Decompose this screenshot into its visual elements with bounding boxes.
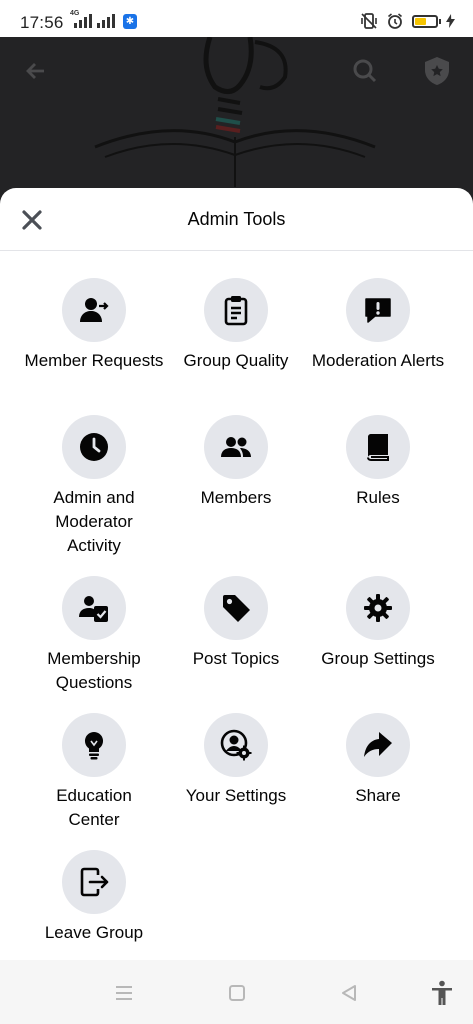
search-button[interactable]: [345, 51, 385, 91]
clipboard-icon: [224, 296, 248, 326]
vibrate-icon: [361, 13, 377, 29]
book-icon: [367, 434, 389, 461]
status-time: 17:56: [20, 13, 64, 32]
tool-label: Members: [200, 488, 272, 507]
recents-button[interactable]: [109, 978, 139, 1008]
tool-label: Group Quality: [183, 351, 289, 370]
admin-shield-button[interactable]: [417, 51, 457, 91]
tool-label: Admin and Moderator Activity: [53, 488, 135, 555]
tool-icon-circle: [204, 278, 268, 342]
tool-icon-circle: [346, 576, 410, 640]
share-arrow-icon: [364, 732, 392, 757]
lightbulb-icon: [84, 731, 104, 760]
accessibility-icon: [432, 980, 452, 1005]
tool-icon-circle: [62, 713, 126, 777]
tool-membership-questions[interactable]: Membership Questions: [23, 576, 165, 713]
system-back-button[interactable]: [334, 978, 364, 1008]
system-nav-bar: [0, 960, 473, 1024]
alarm-icon: [387, 13, 403, 29]
admin-tools-sheet: Admin Tools Member Requests Group Qualit…: [0, 188, 473, 960]
tool-icon-circle: [204, 576, 268, 640]
battery-icon: [412, 14, 441, 28]
signal-icon-2: [97, 14, 115, 28]
menu-icon: [116, 986, 132, 1000]
home-button[interactable]: [222, 978, 252, 1008]
tool-group-settings[interactable]: Group Settings: [307, 576, 449, 713]
arrow-left-icon: [26, 63, 44, 79]
tool-share[interactable]: Share: [307, 713, 449, 850]
tool-label: Rules: [356, 488, 400, 507]
membership-questions-icon: [79, 596, 108, 622]
tool-rules[interactable]: Rules: [307, 415, 449, 576]
sheet-title: Admin Tools: [187, 209, 286, 229]
tool-label: Your Settings: [185, 786, 287, 805]
tool-label: Moderation Alerts: [311, 351, 445, 370]
group-cover-dimmed: [0, 37, 473, 207]
tool-icon-circle: [204, 415, 268, 479]
tag-icon: [223, 595, 250, 622]
tool-label: Leave Group: [44, 923, 144, 942]
back-button[interactable]: [16, 51, 56, 91]
clock-icon: [80, 433, 108, 461]
signal-icon: [74, 14, 92, 28]
back-triangle-icon: [342, 985, 356, 1001]
sheet-header: Admin Tools: [0, 188, 473, 251]
tool-label: Post Topics: [192, 649, 280, 668]
tool-icon-circle: [62, 278, 126, 342]
tool-education-center[interactable]: Education Center: [23, 713, 165, 850]
tool-icon-circle: [346, 278, 410, 342]
accessibility-button[interactable]: [427, 978, 457, 1008]
tool-label: Share: [355, 786, 401, 805]
admin-shield-icon: [425, 57, 449, 85]
tool-icon-circle: [62, 850, 126, 914]
tool-label: Group Settings: [321, 649, 435, 668]
tool-your-settings[interactable]: Your Settings: [165, 713, 307, 850]
user-gear-icon: [220, 729, 252, 761]
member-requests-icon: [80, 298, 109, 322]
tool-leave-group[interactable]: Leave Group: [23, 850, 165, 960]
tool-member-requests[interactable]: Member Requests: [23, 278, 165, 415]
tools-grid: Member Requests Group Quality Moderation…: [0, 278, 473, 960]
tool-icon-circle: [346, 415, 410, 479]
members-icon: [221, 437, 251, 457]
search-icon: [353, 59, 377, 83]
tool-icon-circle: [346, 713, 410, 777]
bluetooth-icon: ✱: [123, 14, 137, 29]
tool-label: Member Requests: [24, 351, 164, 370]
tool-post-topics[interactable]: Post Topics: [165, 576, 307, 713]
tool-group-quality[interactable]: Group Quality: [165, 278, 307, 415]
tool-icon-circle: [62, 576, 126, 640]
tool-members[interactable]: Members: [165, 415, 307, 576]
status-bar: 17:56 4G ✱: [0, 0, 473, 40]
tool-label: Education Center: [56, 786, 132, 829]
cover-illustration: [94, 37, 376, 187]
charging-icon: [446, 14, 455, 28]
tool-label: Membership Questions: [47, 649, 141, 692]
alert-bubble-icon: [365, 298, 391, 323]
battery-fill: [415, 17, 426, 25]
leave-icon: [80, 867, 109, 897]
tool-icon-circle: [62, 415, 126, 479]
gear-icon: [364, 594, 392, 622]
home-square-icon: [229, 985, 245, 1001]
tool-icon-circle: [204, 713, 268, 777]
tool-moderation-alerts[interactable]: Moderation Alerts: [307, 278, 449, 415]
tool-admin-moderator-activity[interactable]: Admin and Moderator Activity: [23, 415, 165, 576]
